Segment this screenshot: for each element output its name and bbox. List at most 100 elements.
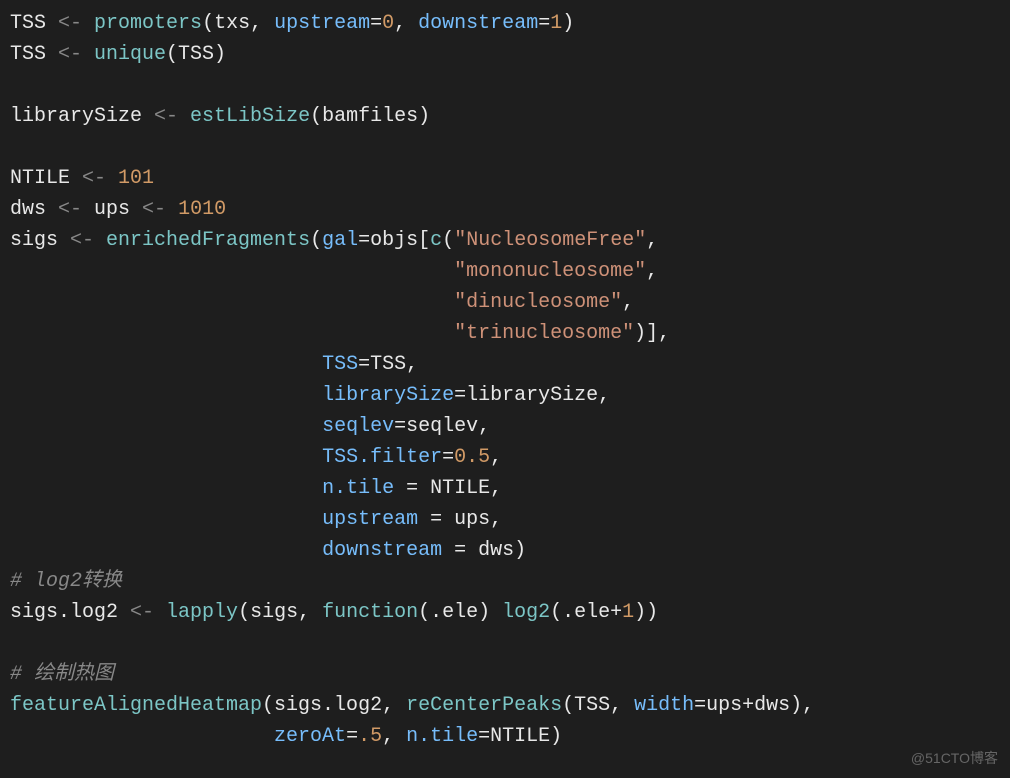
code-token: ( — [202, 12, 214, 35]
code-token: "trinucleosome" — [454, 322, 634, 345]
code-token — [10, 74, 22, 97]
code-token — [10, 415, 322, 438]
code-token: ups — [94, 198, 142, 221]
code-token — [10, 291, 454, 314]
code-token: TSS — [322, 353, 358, 376]
code-token — [10, 539, 322, 562]
code-line: TSS <- promoters(txs, upstream=0, downst… — [10, 8, 1000, 39]
code-token: , — [490, 446, 502, 469]
code-token: estLibSize — [190, 105, 310, 128]
code-token: txs — [214, 12, 250, 35]
code-token: <- — [70, 229, 106, 252]
code-token: <- — [130, 601, 166, 624]
code-token — [10, 322, 454, 345]
code-token: 1 — [622, 601, 634, 624]
code-line: featureAlignedHeatmap(sigs.log2, reCente… — [10, 690, 1000, 721]
code-token: downstream — [418, 12, 538, 35]
code-token: (.ele) — [418, 601, 502, 624]
code-token — [10, 477, 322, 500]
code-line: TSS <- unique(TSS) — [10, 39, 1000, 70]
code-token: <- — [58, 198, 94, 221]
code-token: # log2转换 — [10, 570, 122, 593]
code-line: # 绘制热图 — [10, 659, 1000, 690]
code-token: =TSS, — [358, 353, 418, 376]
code-token: <- — [58, 43, 94, 66]
code-token: "NucleosomeFree" — [454, 229, 646, 252]
code-token: , — [250, 12, 274, 35]
code-token: <- — [58, 12, 94, 35]
code-token: sigs.log2 — [10, 601, 130, 624]
code-token: [ — [418, 229, 430, 252]
code-token: lapply — [166, 601, 238, 624]
code-token: 0 — [382, 12, 394, 35]
code-token: 1 — [550, 12, 562, 35]
code-token: = — [442, 446, 454, 469]
code-token: .5 — [358, 725, 382, 748]
code-line: librarySize <- estLibSize(bamfiles) — [10, 101, 1000, 132]
code-token — [10, 508, 322, 531]
code-token: = — [358, 229, 370, 252]
code-token: enrichedFragments — [106, 229, 310, 252]
code-token: librarySize — [10, 105, 154, 128]
code-token: <- — [82, 167, 118, 190]
code-token: <- — [154, 105, 190, 128]
code-token: c — [430, 229, 442, 252]
code-token — [10, 446, 322, 469]
code-token: TSS — [10, 43, 58, 66]
code-token: NTILE — [10, 167, 82, 190]
code-token: = — [346, 725, 358, 748]
code-token: # 绘制热图 — [10, 663, 114, 686]
code-line — [10, 70, 1000, 101]
code-token: (bamfiles) — [310, 105, 430, 128]
code-token: "dinucleosome" — [454, 291, 622, 314]
code-token: (TSS) — [166, 43, 226, 66]
code-token: function — [322, 601, 418, 624]
code-token: = — [538, 12, 550, 35]
code-token: (TSS, — [562, 694, 634, 717]
code-line: NTILE <- 101 — [10, 163, 1000, 194]
code-token: promoters — [94, 12, 202, 35]
code-token: 101 — [118, 167, 154, 190]
code-block: TSS <- promoters(txs, upstream=0, downst… — [10, 8, 1000, 752]
code-line — [10, 132, 1000, 163]
code-token: , — [646, 229, 658, 252]
code-token: ) — [562, 12, 574, 35]
code-token — [10, 632, 22, 655]
code-token: dws — [10, 198, 58, 221]
code-token: 0.5 — [454, 446, 490, 469]
code-token: ( — [442, 229, 454, 252]
code-line: seqlev=seqlev, — [10, 411, 1000, 442]
code-token: , — [394, 12, 418, 35]
code-token: = — [370, 12, 382, 35]
code-line: dws <- ups <- 1010 — [10, 194, 1000, 225]
code-token: (sigs, — [238, 601, 322, 624]
code-token: , — [646, 260, 658, 283]
code-token: sigs — [10, 229, 70, 252]
code-token: ( — [310, 229, 322, 252]
code-token: =NTILE) — [478, 725, 562, 748]
code-line: "trinucleosome")], — [10, 318, 1000, 349]
code-line: TSS.filter=0.5, — [10, 442, 1000, 473]
code-line: sigs <- enrichedFragments(gal=objs[c("Nu… — [10, 225, 1000, 256]
code-token: downstream — [322, 539, 442, 562]
code-token: seqlev — [322, 415, 394, 438]
code-token: TSS.filter — [322, 446, 442, 469]
code-line: "mononucleosome", — [10, 256, 1000, 287]
code-token: n.tile — [322, 477, 394, 500]
code-line: n.tile = NTILE, — [10, 473, 1000, 504]
code-token: 1010 — [178, 198, 226, 221]
code-token: librarySize — [322, 384, 454, 407]
code-token: = dws) — [442, 539, 526, 562]
code-line: downstream = dws) — [10, 535, 1000, 566]
code-line: "dinucleosome", — [10, 287, 1000, 318]
watermark: @51CTO博客 — [911, 748, 998, 770]
code-line: TSS=TSS, — [10, 349, 1000, 380]
code-token: upstream — [274, 12, 370, 35]
code-line: librarySize=librarySize, — [10, 380, 1000, 411]
code-token: (sigs.log2, — [262, 694, 406, 717]
code-token: featureAlignedHeatmap — [10, 694, 262, 717]
code-token: "mononucleosome" — [454, 260, 646, 283]
code-token: reCenterPeaks — [406, 694, 562, 717]
code-token: )) — [634, 601, 658, 624]
code-token: TSS — [10, 12, 58, 35]
